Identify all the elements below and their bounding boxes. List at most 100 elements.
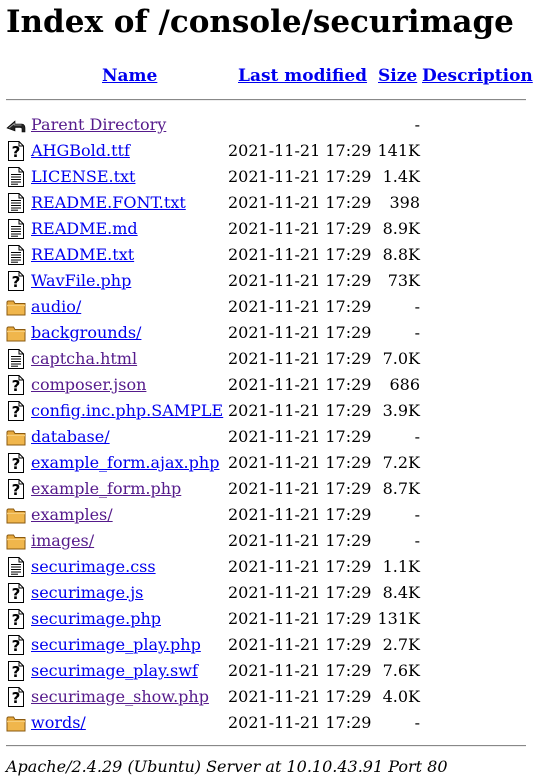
- file-link[interactable]: example_form.ajax.php: [31, 453, 219, 472]
- file-name-cell: composer.json: [31, 372, 146, 398]
- last-modified-cell: 2021-11-21 17:29: [228, 505, 372, 524]
- file-link[interactable]: Parent Directory: [31, 115, 166, 134]
- unknown-file-icon: ?: [6, 479, 26, 499]
- file-link[interactable]: LICENSE.txt: [31, 167, 135, 186]
- svg-text:?: ?: [12, 481, 21, 499]
- file-link[interactable]: README.txt: [31, 245, 134, 264]
- svg-text:?: ?: [12, 273, 21, 291]
- size-cell: 8.9K: [382, 219, 420, 238]
- file-name-cell: securimage_play.swf: [31, 658, 198, 684]
- unknown-file-icon: ?: [6, 271, 26, 291]
- sort-by-name-link[interactable]: Name: [102, 66, 157, 86]
- last-modified-cell: 2021-11-21 17:29: [228, 453, 372, 472]
- svg-text:?: ?: [12, 403, 21, 421]
- last-modified-cell: 2021-11-21 17:29: [228, 193, 372, 212]
- svg-text:?: ?: [12, 377, 21, 395]
- size-cell: 141K: [377, 141, 421, 160]
- text-file-icon: [6, 219, 26, 239]
- file-rows: Parent Directory - ? AHGBold.ttf 2021-11…: [6, 112, 527, 736]
- table-row: ? example_form.ajax.php 2021-11-21 17:29…: [6, 450, 527, 476]
- unknown-file-icon: ?: [6, 609, 26, 629]
- file-link[interactable]: words/: [31, 713, 86, 732]
- file-link[interactable]: securimage_play.php: [31, 635, 201, 654]
- file-name-cell: example_form.php: [31, 476, 181, 502]
- table-row: ? securimage_play.swf 2021-11-21 17:29 7…: [6, 658, 527, 684]
- table-row: captcha.html 2021-11-21 17:29 7.0K: [6, 346, 527, 372]
- last-modified-cell: 2021-11-21 17:29: [228, 583, 372, 602]
- size-cell: -: [414, 323, 420, 342]
- table-row: README.txt 2021-11-21 17:29 8.8K: [6, 242, 527, 268]
- file-link[interactable]: securimage.php: [31, 609, 161, 628]
- folder-icon: [6, 531, 26, 551]
- svg-text:?: ?: [12, 611, 21, 629]
- svg-text:?: ?: [12, 585, 21, 603]
- file-link[interactable]: README.FONT.txt: [31, 193, 186, 212]
- table-row: ? AHGBold.ttf 2021-11-21 17:29 141K: [6, 138, 527, 164]
- text-file-icon: [6, 349, 26, 369]
- last-modified-cell: 2021-11-21 17:29: [228, 661, 372, 680]
- size-cell: 131K: [377, 609, 421, 628]
- file-link[interactable]: AHGBold.ttf: [31, 141, 130, 160]
- last-modified-cell: 2021-11-21 17:29: [228, 687, 372, 706]
- file-link[interactable]: securimage.css: [31, 557, 156, 576]
- table-row: ? securimage_play.php 2021-11-21 17:29 2…: [6, 632, 527, 658]
- file-name-cell: Parent Directory: [31, 112, 166, 138]
- table-row: ? composer.json 2021-11-21 17:29 686: [6, 372, 527, 398]
- file-link[interactable]: securimage_play.swf: [31, 661, 198, 680]
- text-file-icon: [6, 193, 26, 213]
- file-link[interactable]: audio/: [31, 297, 81, 316]
- table-row: backgrounds/ 2021-11-21 17:29 -: [6, 320, 527, 346]
- last-modified-cell: 2021-11-21 17:29: [228, 427, 372, 446]
- sort-by-description-link[interactable]: Description: [422, 66, 533, 86]
- file-name-cell: securimage_play.php: [31, 632, 201, 658]
- last-modified-cell: 2021-11-21 17:29: [228, 531, 372, 550]
- sort-by-last-modified-link[interactable]: Last modified: [238, 66, 367, 86]
- file-link[interactable]: securimage.js: [31, 583, 143, 602]
- file-name-cell: words/: [31, 710, 86, 736]
- folder-icon: [6, 427, 26, 447]
- folder-icon: [6, 713, 26, 733]
- file-name-cell: securimage.css: [31, 554, 156, 580]
- file-link[interactable]: database/: [31, 427, 110, 446]
- file-link[interactable]: securimage_show.php: [31, 687, 209, 706]
- last-modified-cell: 2021-11-21 17:29: [228, 375, 372, 394]
- file-link[interactable]: example_form.php: [31, 479, 181, 498]
- unknown-file-icon: ?: [6, 687, 26, 707]
- size-cell: -: [414, 115, 420, 134]
- table-row: words/ 2021-11-21 17:29 -: [6, 710, 527, 736]
- size-cell: 73K: [387, 271, 420, 290]
- file-name-cell: AHGBold.ttf: [31, 138, 130, 164]
- text-file-icon: [6, 245, 26, 265]
- last-modified-cell: 2021-11-21 17:29: [228, 609, 372, 628]
- text-file-icon: [6, 167, 26, 187]
- file-name-cell: securimage.php: [31, 606, 161, 632]
- file-name-cell: config.inc.php.SAMPLE: [31, 398, 223, 424]
- file-link[interactable]: README.md: [31, 219, 138, 238]
- last-modified-cell: 2021-11-21 17:29: [228, 141, 372, 160]
- table-row: ? securimage_show.php 2021-11-21 17:29 4…: [6, 684, 527, 710]
- file-link[interactable]: captcha.html: [31, 349, 137, 368]
- file-link[interactable]: WavFile.php: [31, 271, 131, 290]
- file-link[interactable]: config.inc.php.SAMPLE: [31, 401, 223, 420]
- svg-text:?: ?: [12, 689, 21, 707]
- last-modified-cell: 2021-11-21 17:29: [228, 401, 372, 420]
- last-modified-cell: 2021-11-21 17:29: [228, 635, 372, 654]
- table-row: README.FONT.txt 2021-11-21 17:29 398: [6, 190, 527, 216]
- folder-icon: [6, 505, 26, 525]
- file-link[interactable]: examples/: [31, 505, 113, 524]
- file-name-cell: README.md: [31, 216, 138, 242]
- unknown-file-icon: ?: [6, 583, 26, 603]
- file-link[interactable]: composer.json: [31, 375, 146, 394]
- size-cell: 7.2K: [382, 453, 420, 472]
- sort-by-size-link[interactable]: Size: [378, 66, 417, 86]
- file-name-cell: WavFile.php: [31, 268, 131, 294]
- server-signature: Apache/2.4.29 (Ubuntu) Server at 10.10.4…: [6, 757, 448, 776]
- size-cell: 7.6K: [382, 661, 420, 680]
- file-name-cell: README.FONT.txt: [31, 190, 186, 216]
- last-modified-cell: 2021-11-21 17:29: [228, 271, 372, 290]
- file-name-cell: audio/: [31, 294, 81, 320]
- size-cell: 4.0K: [382, 687, 420, 706]
- file-link[interactable]: backgrounds/: [31, 323, 141, 342]
- file-link[interactable]: images/: [31, 531, 94, 550]
- last-modified-cell: 2021-11-21 17:29: [228, 349, 372, 368]
